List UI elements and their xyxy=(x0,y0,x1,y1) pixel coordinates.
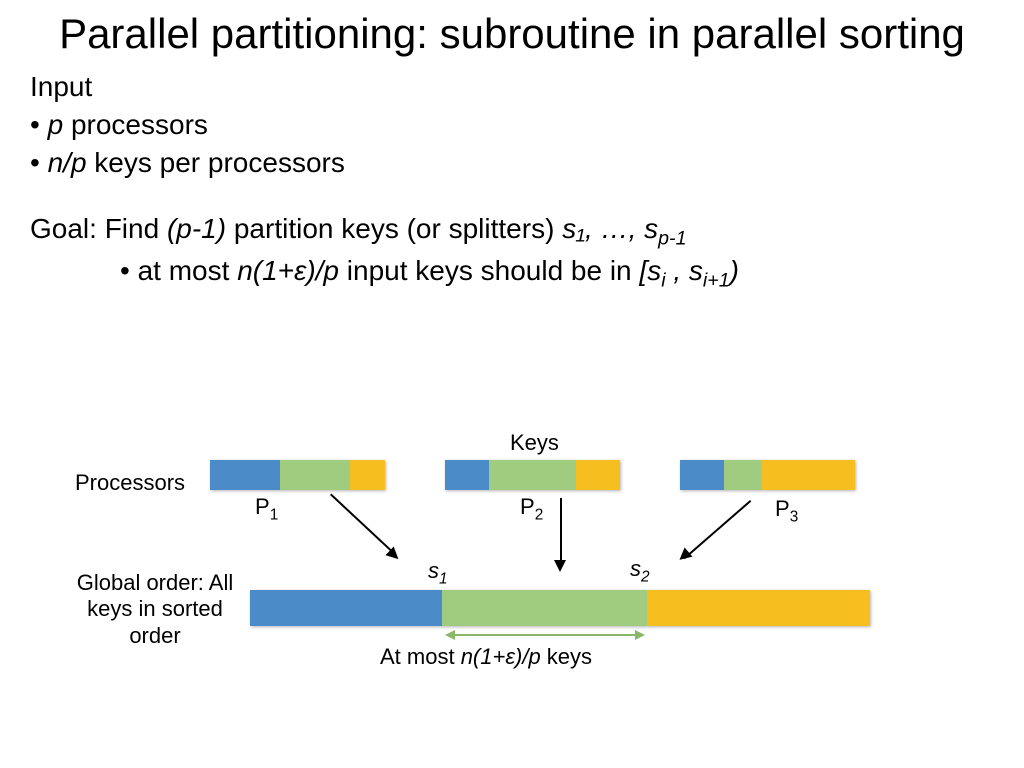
processor-bar-3 xyxy=(680,460,855,490)
s2-txt: s xyxy=(630,556,641,581)
p2-txt: P xyxy=(520,494,535,519)
arrow-2-head xyxy=(554,560,566,572)
p1-seg-gold xyxy=(350,460,385,490)
slide-root: Parallel partitioning: subroutine in par… xyxy=(0,0,1024,768)
s1-label: s1 xyxy=(428,558,448,588)
slide-title: Parallel partitioning: subroutine in par… xyxy=(30,10,994,58)
int-a: [s xyxy=(639,255,661,286)
sub-mid: n(1+ε)/p xyxy=(237,255,339,286)
p3-label: P3 xyxy=(775,496,798,526)
bottom-mid: n(1+ε)/p xyxy=(461,644,541,669)
global-seg-green xyxy=(442,590,647,626)
goal-line: Goal: Find (p-1) partition keys (or spli… xyxy=(30,210,994,252)
text-processors: processors xyxy=(63,109,208,140)
input-header: Input xyxy=(30,68,994,106)
sub-pre: at most xyxy=(138,255,238,286)
p3-seg-green xyxy=(724,460,763,490)
sub-post: input keys should be in xyxy=(339,255,639,286)
goal-pre: Goal: Find xyxy=(30,213,167,244)
goal-pm1: (p-1) xyxy=(167,213,226,244)
bottom-post: keys xyxy=(541,644,592,669)
s1-txt: s xyxy=(428,558,439,583)
arrow-2-line xyxy=(560,498,562,568)
s1-sub: 1 xyxy=(439,570,448,587)
goal-splitters-sub: p-1 xyxy=(658,227,686,249)
processors-label: Processors xyxy=(75,470,195,496)
p2-seg-blue xyxy=(445,460,489,490)
p1-label: P1 xyxy=(255,494,278,524)
sub-interval: [si , si+1) xyxy=(639,255,739,286)
goal-splitters: s₁, …, sp-1 xyxy=(562,213,686,244)
p2-seg-green xyxy=(489,460,577,490)
bottom-text: At most n(1+ε)/p keys xyxy=(380,644,592,670)
s2-label: s2 xyxy=(630,556,650,586)
global-bar xyxy=(250,590,870,626)
p3-seg-gold xyxy=(762,460,855,490)
global-seg-gold xyxy=(647,590,870,626)
bottom-pre: At most xyxy=(380,644,461,669)
slide-content: Input p processors n/p keys per processo… xyxy=(30,68,994,293)
spacer xyxy=(30,182,994,210)
p3-txt: P xyxy=(775,496,790,521)
text-keys-per-proc: keys per processors xyxy=(87,147,345,178)
p1-seg-green xyxy=(280,460,350,490)
goal-post: partition keys (or splitters) xyxy=(226,213,562,244)
goal-splitters-text: s₁, …, s xyxy=(562,213,658,244)
p2-sub: 2 xyxy=(535,506,544,523)
p3-sub: 3 xyxy=(790,508,799,525)
arrow-3-head xyxy=(676,548,693,565)
diagram: Keys Processors P1 P2 P3 xyxy=(30,430,994,750)
int-b: , s xyxy=(666,255,703,286)
arrow-3-line xyxy=(684,500,752,559)
sub-bullet-bound: at most n(1+ε)/p input keys should be in… xyxy=(120,252,994,294)
bullet-processors: p processors xyxy=(30,106,994,144)
p3-seg-blue xyxy=(680,460,724,490)
var-p: p xyxy=(48,109,64,140)
span-arrow xyxy=(455,634,635,636)
p1-txt: P xyxy=(255,494,270,519)
s2-sub: 2 xyxy=(641,568,650,585)
p2-label: P2 xyxy=(520,494,543,524)
arrow-1-line xyxy=(330,494,396,555)
processor-bar-1 xyxy=(210,460,385,490)
p2-seg-gold xyxy=(576,460,620,490)
int-c: ) xyxy=(730,255,739,286)
p1-seg-blue xyxy=(210,460,280,490)
var-n-over-p: n/p xyxy=(48,147,87,178)
keys-label: Keys xyxy=(510,430,559,456)
global-seg-blue xyxy=(250,590,442,626)
p1-sub: 1 xyxy=(270,506,279,523)
int-b-sub: i+1 xyxy=(703,269,730,291)
bullet-keys-per-proc: n/p keys per processors xyxy=(30,144,994,182)
processor-bar-2 xyxy=(445,460,620,490)
global-order-label: Global order: All keys in sorted order xyxy=(65,570,245,649)
